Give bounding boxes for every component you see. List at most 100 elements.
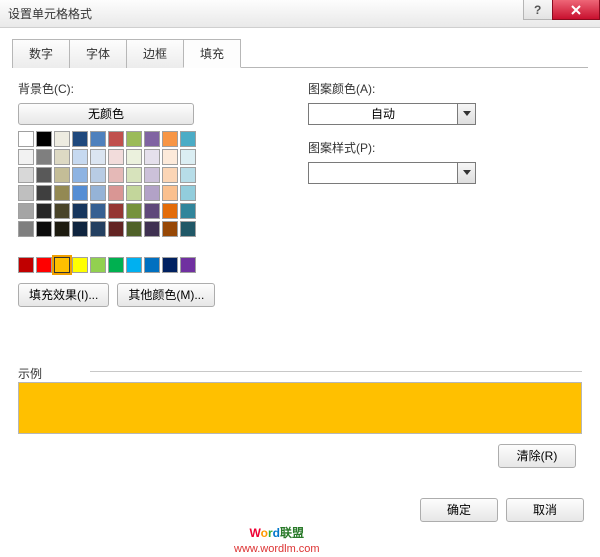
sample-box xyxy=(18,382,582,434)
more-colors-button[interactable]: 其他颜色(M)... xyxy=(117,283,215,307)
color-swatch[interactable] xyxy=(54,257,70,273)
color-swatch[interactable] xyxy=(108,257,124,273)
color-swatch[interactable] xyxy=(90,131,106,147)
color-swatch[interactable] xyxy=(36,167,52,183)
color-swatch[interactable] xyxy=(144,131,160,147)
tab-border[interactable]: 边框 xyxy=(126,39,184,68)
color-swatch[interactable] xyxy=(54,167,70,183)
pattern-color-arrow[interactable] xyxy=(457,104,475,124)
pattern-color-combo[interactable]: 自动 xyxy=(308,103,476,125)
color-swatch[interactable] xyxy=(126,167,142,183)
color-swatch[interactable] xyxy=(18,149,34,165)
chevron-down-icon xyxy=(463,170,471,176)
color-swatch[interactable] xyxy=(180,149,196,165)
color-swatch[interactable] xyxy=(54,185,70,201)
fill-effects-button[interactable]: 填充效果(I)... xyxy=(18,283,109,307)
tab-fill[interactable]: 填充 xyxy=(183,39,241,68)
svg-text:?: ? xyxy=(534,5,541,15)
cancel-button[interactable]: 取消 xyxy=(506,498,584,522)
color-swatch[interactable] xyxy=(36,149,52,165)
color-swatch[interactable] xyxy=(18,185,34,201)
clear-button[interactable]: 清除(R) xyxy=(498,444,576,468)
color-swatch[interactable] xyxy=(36,131,52,147)
sample-rule xyxy=(90,371,582,372)
ok-button[interactable]: 确定 xyxy=(420,498,498,522)
color-swatch[interactable] xyxy=(90,257,106,273)
color-swatch[interactable] xyxy=(54,131,70,147)
color-swatch[interactable] xyxy=(162,203,178,219)
color-swatch[interactable] xyxy=(72,167,88,183)
color-swatch[interactable] xyxy=(144,257,160,273)
chevron-down-icon xyxy=(463,111,471,117)
sample-area: 示例 xyxy=(18,365,582,434)
color-swatch[interactable] xyxy=(90,203,106,219)
color-swatch[interactable] xyxy=(162,257,178,273)
close-button[interactable] xyxy=(552,0,600,20)
color-swatch[interactable] xyxy=(72,131,88,147)
color-swatch[interactable] xyxy=(180,185,196,201)
color-swatch[interactable] xyxy=(72,221,88,237)
color-swatch[interactable] xyxy=(72,203,88,219)
color-swatch[interactable] xyxy=(54,221,70,237)
color-swatch[interactable] xyxy=(36,257,52,273)
dialog-body: 数字 字体 边框 填充 背景色(C): 无颜色 填充效果(I)... 其他颜色(… xyxy=(0,28,600,530)
pattern-color-value: 自动 xyxy=(309,104,457,124)
close-icon xyxy=(570,5,582,15)
color-swatch[interactable] xyxy=(180,203,196,219)
color-swatch[interactable] xyxy=(144,203,160,219)
color-swatch[interactable] xyxy=(90,185,106,201)
color-swatch[interactable] xyxy=(108,149,124,165)
watermark-line2: www.wordlm.com xyxy=(234,543,320,555)
color-swatch[interactable] xyxy=(126,185,142,201)
color-palette xyxy=(18,131,268,273)
color-swatch[interactable] xyxy=(180,167,196,183)
color-swatch[interactable] xyxy=(72,257,88,273)
color-swatch[interactable] xyxy=(162,131,178,147)
color-swatch[interactable] xyxy=(108,221,124,237)
color-swatch[interactable] xyxy=(180,257,196,273)
color-swatch[interactable] xyxy=(72,185,88,201)
color-swatch[interactable] xyxy=(90,167,106,183)
help-button[interactable]: ? xyxy=(523,0,553,20)
no-color-button[interactable]: 无颜色 xyxy=(18,103,194,125)
color-swatch[interactable] xyxy=(162,167,178,183)
clear-row: 清除(R) xyxy=(18,444,582,468)
color-swatch[interactable] xyxy=(108,167,124,183)
color-swatch[interactable] xyxy=(18,221,34,237)
color-swatch[interactable] xyxy=(90,221,106,237)
color-swatch[interactable] xyxy=(144,167,160,183)
color-swatch[interactable] xyxy=(108,203,124,219)
color-swatch[interactable] xyxy=(126,203,142,219)
color-swatch[interactable] xyxy=(54,149,70,165)
color-swatch[interactable] xyxy=(18,167,34,183)
color-swatch[interactable] xyxy=(180,131,196,147)
color-swatch[interactable] xyxy=(36,185,52,201)
color-swatch[interactable] xyxy=(108,185,124,201)
color-swatch[interactable] xyxy=(162,221,178,237)
color-swatch[interactable] xyxy=(144,185,160,201)
color-swatch[interactable] xyxy=(126,257,142,273)
tab-font[interactable]: 字体 xyxy=(69,39,127,68)
color-swatch[interactable] xyxy=(36,221,52,237)
color-swatch[interactable] xyxy=(54,203,70,219)
titlebar: 设置单元格格式 ? xyxy=(0,0,600,28)
window-title: 设置单元格格式 xyxy=(8,5,92,22)
color-swatch[interactable] xyxy=(72,149,88,165)
color-swatch[interactable] xyxy=(108,131,124,147)
color-swatch[interactable] xyxy=(126,149,142,165)
color-swatch[interactable] xyxy=(18,257,34,273)
color-swatch[interactable] xyxy=(36,203,52,219)
color-swatch[interactable] xyxy=(18,131,34,147)
color-swatch[interactable] xyxy=(144,221,160,237)
color-swatch[interactable] xyxy=(162,185,178,201)
pattern-style-combo[interactable] xyxy=(308,162,476,184)
color-swatch[interactable] xyxy=(18,203,34,219)
color-swatch[interactable] xyxy=(90,149,106,165)
color-swatch[interactable] xyxy=(180,221,196,237)
tab-number[interactable]: 数字 xyxy=(12,39,70,68)
color-swatch[interactable] xyxy=(162,149,178,165)
pattern-style-arrow[interactable] xyxy=(457,163,475,183)
color-swatch[interactable] xyxy=(126,221,142,237)
color-swatch[interactable] xyxy=(144,149,160,165)
color-swatch[interactable] xyxy=(126,131,142,147)
